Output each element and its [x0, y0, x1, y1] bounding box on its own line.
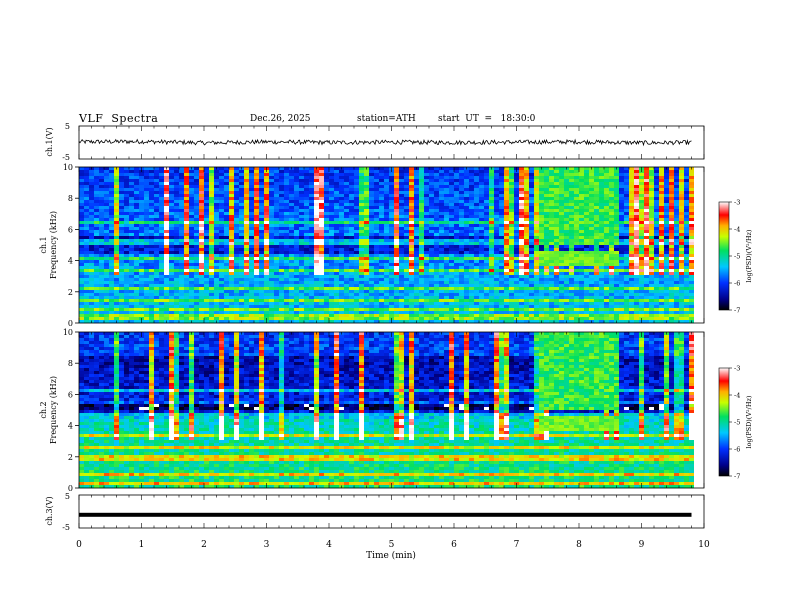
freq-tick-label: 0 [68, 319, 73, 328]
ch2-colorbar-gradient [718, 367, 730, 477]
ch1-colorbar-label: log(PSD)(V²/Hz) [745, 229, 753, 282]
ch1-colorbar-gradient [718, 201, 730, 311]
colorbar-tick-label: -6 [734, 446, 740, 454]
time-tick-label: 4 [326, 540, 332, 550]
colorbar-tick-label: -3 [734, 365, 740, 373]
time-tick-label: 2 [201, 540, 207, 550]
time-tick-label: 8 [576, 540, 582, 550]
colorbar-tick-label: -3 [734, 199, 740, 207]
freq-tick-label: 2 [68, 288, 73, 297]
ch1-ytick-top: 5 [65, 122, 70, 131]
ch1-waveform-ylabel: ch.1(V) [45, 127, 54, 156]
colorbar-tick-label: -4 [734, 392, 740, 400]
freq-tick-label: 10 [63, 328, 73, 337]
time-tick-label: 3 [264, 540, 270, 550]
freq-tick-label: 2 [68, 453, 73, 462]
ch2-colorbar: -3 -4 -5 -6 -7 log(PSD)(V²/Hz) [718, 365, 753, 481]
ch2-spectrogram-ylabel-channel: ch.2 [39, 401, 48, 418]
colorbar-tick-label: -6 [734, 280, 740, 288]
ch1-spectrogram-ylabel-channel: ch.1 [39, 236, 48, 253]
ch2-spectrogram-image [79, 332, 705, 489]
time-tick-label: 10 [698, 540, 710, 550]
time-tick-label: 7 [514, 540, 520, 550]
freq-tick-label: 8 [68, 194, 73, 203]
colorbar-tick-label: -5 [734, 253, 740, 261]
ch1-spectrogram-image [79, 167, 705, 324]
freq-tick-label: 6 [68, 390, 73, 399]
time-tick-label: 0 [76, 540, 82, 550]
ch1-waveform-panel: 5 -5 ch.1(V) [45, 122, 705, 162]
ch1-colorbar: -3 -4 -5 -6 -7 log(PSD)(V²/Hz) [718, 199, 753, 315]
time-tick-label: 5 [389, 540, 395, 550]
colorbar-tick-label: -7 [734, 473, 740, 481]
ch3-waveform-trace [79, 512, 692, 517]
ch3-waveform-panel: 5 -5 ch.3(V) [45, 492, 705, 532]
time-tick-label: 1 [139, 540, 145, 550]
ch3-ytick-top: 5 [65, 492, 70, 501]
freq-tick-label: 8 [68, 359, 73, 368]
colorbar-tick-label: -4 [734, 226, 740, 234]
time-axis-label: Time (min) [366, 550, 416, 561]
time-tick-label: 6 [451, 540, 457, 550]
ch1-spectrogram-panel: 10 8 6 4 2 0 ch.1 Frequency (kHz) [39, 163, 705, 328]
ch2-spectrogram-panel: 1086420 ch.2 Frequency (kHz) [39, 328, 705, 493]
freq-tick-label: 6 [68, 225, 73, 234]
time-tick-label: 9 [639, 540, 645, 550]
ch1-ytick-bottom: -5 [62, 153, 70, 162]
ch3-ytick-bottom: -5 [62, 523, 70, 532]
freq-tick-label: 4 [68, 257, 73, 266]
colorbar-tick-label: -7 [734, 307, 740, 315]
ch2-colorbar-label: log(PSD)(V²/Hz) [745, 395, 753, 448]
vlf-spectra-figure: 5 -5 ch.1(V) 1086420 ch.1 Frequency (kHz… [39, 122, 753, 561]
ch3-waveform-ylabel: ch.3(V) [45, 496, 54, 525]
ch2-spectrogram-ylabel-frequency: Frequency (kHz) [49, 376, 58, 444]
colorbar-tick-label: -5 [734, 419, 740, 427]
ch1-spectrogram-ylabel-frequency: Frequency (kHz) [49, 211, 58, 279]
freq-tick-label: 4 [68, 422, 73, 431]
freq-tick-label: 10 [63, 163, 73, 172]
